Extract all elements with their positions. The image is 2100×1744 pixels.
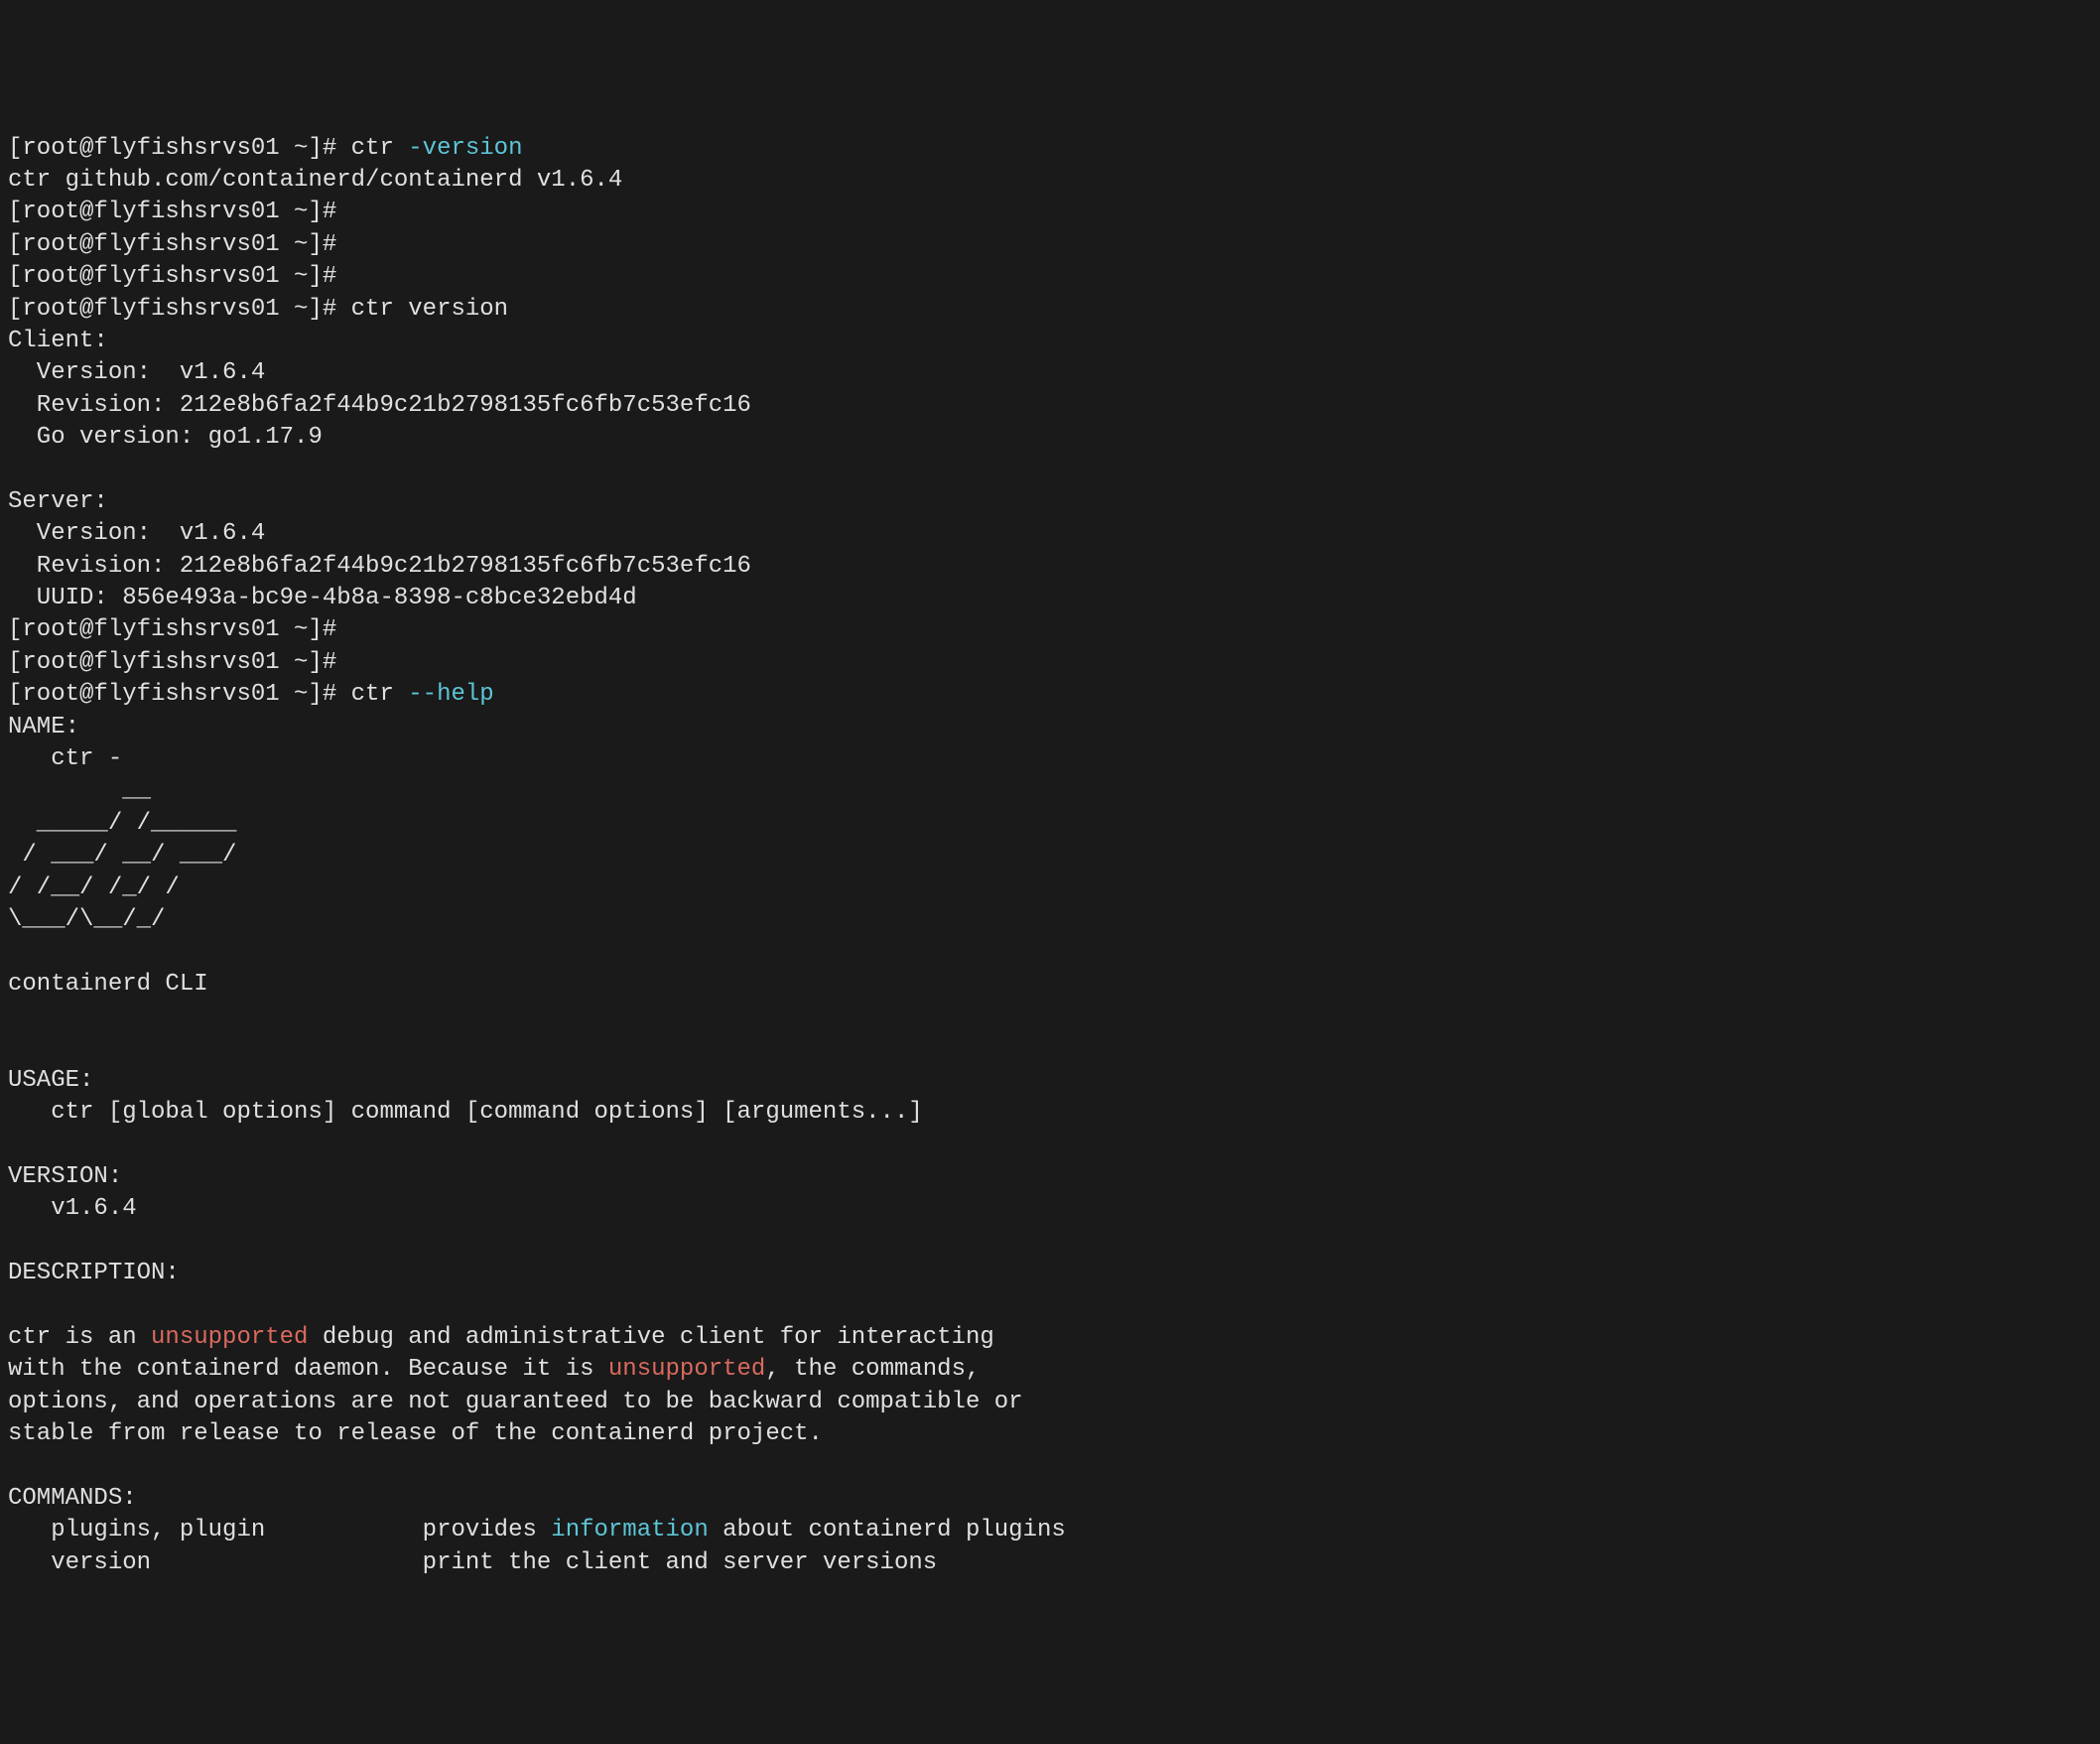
output-text: , the commands, <box>765 1356 980 1383</box>
output-line: NAME: <box>8 714 79 740</box>
output-line: v1.6.4 <box>8 1195 137 1222</box>
prompt: [root@flyfishsrvs01 ~]# <box>8 616 351 643</box>
command-flag: -version <box>408 135 522 162</box>
prompt: [root@flyfishsrvs01 ~]# <box>8 649 351 676</box>
output-text: debug and administrative client for inte… <box>308 1324 993 1351</box>
command-text: ctr <box>351 681 409 708</box>
highlighted-word: unsupported <box>151 1324 308 1351</box>
output-line: COMMANDS: <box>8 1485 137 1512</box>
output-text: with the containerd daemon. Because it i… <box>8 1356 608 1383</box>
output-line: Client: <box>8 328 108 354</box>
output-line: options, and operations are not guarante… <box>8 1389 1023 1415</box>
ascii-art: __ _____/ /______ / ___/ __/ ___/ / /__/… <box>8 777 236 933</box>
output-line: DESCRIPTION: <box>8 1260 180 1286</box>
command-flag: --help <box>408 681 493 708</box>
output-line: stable from release to release of the co… <box>8 1420 823 1447</box>
output-text: about containerd plugins <box>709 1517 1066 1543</box>
prompt: [root@flyfishsrvs01 ~]# <box>8 263 351 290</box>
output-line: UUID: 856e493a-bc9e-4b8a-8398-c8bce32ebd… <box>8 585 637 611</box>
output-line: Revision: 212e8b6fa2f44b9c21b2798135fc6f… <box>8 553 751 580</box>
output-line: Server: <box>8 488 108 515</box>
output-line: Go version: go1.17.9 <box>8 424 323 451</box>
prompt: [root@flyfishsrvs01 ~]# <box>8 296 351 323</box>
output-line: Version: v1.6.4 <box>8 520 265 547</box>
prompt: [root@flyfishsrvs01 ~]# <box>8 231 351 258</box>
output-line: Revision: 212e8b6fa2f44b9c21b2798135fc6f… <box>8 392 751 419</box>
highlighted-word: information <box>551 1517 708 1543</box>
prompt: [root@flyfishsrvs01 ~]# <box>8 681 351 708</box>
output-line: ctr - <box>8 745 122 772</box>
output-line: containerd CLI <box>8 971 208 998</box>
output-line: ctr github.com/containerd/containerd v1.… <box>8 167 622 194</box>
prompt: [root@flyfishsrvs01 ~]# <box>8 199 351 225</box>
output-text: ctr is an <box>8 1324 151 1351</box>
output-text: plugins, plugin provides <box>8 1517 551 1543</box>
output-line: USAGE: <box>8 1067 93 1094</box>
highlighted-word: unsupported <box>608 1356 765 1383</box>
command-text: ctr <box>351 135 409 162</box>
output-line: Version: v1.6.4 <box>8 359 265 386</box>
output-line: ctr [global options] command [command op… <box>8 1099 923 1126</box>
output-line: VERSION: <box>8 1163 122 1190</box>
terminal-output[interactable]: [root@flyfishsrvs01 ~]# ctr -version ctr… <box>8 133 2092 1580</box>
output-line: version print the client and server vers… <box>8 1549 937 1576</box>
command-text: ctr version <box>351 296 508 323</box>
prompt: [root@flyfishsrvs01 ~]# <box>8 135 351 162</box>
